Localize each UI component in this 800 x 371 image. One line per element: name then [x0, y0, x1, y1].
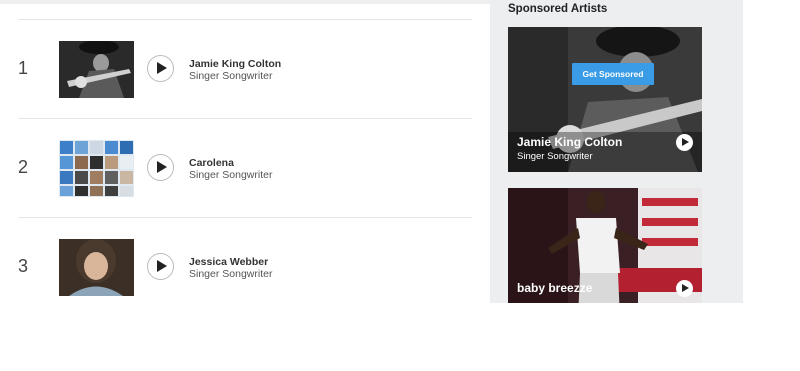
sponsored-artist-card[interactable]: baby breezze — [508, 188, 702, 303]
play-button[interactable] — [676, 134, 693, 151]
play-button[interactable] — [147, 55, 174, 82]
artist-chart-list: 1 Jamie King Colton Singer Songwriter 2 — [0, 0, 490, 303]
artist-role: Singer Songwriter — [189, 70, 273, 82]
sponsored-artist-name[interactable]: Jamie King Colton — [517, 135, 622, 149]
rank-number: 3 — [18, 256, 29, 276]
artist-name[interactable]: Jamie King Colton — [189, 58, 281, 70]
sponsored-artist-name[interactable]: baby breezze — [517, 281, 592, 295]
list-item[interactable]: 2 Carolena Singer Songwriter — [18, 119, 472, 218]
sidebar-title: Sponsored Artists — [508, 3, 608, 15]
rank-number: 2 — [18, 157, 29, 177]
list-item[interactable]: 3 Jessica Webber Singer Songwriter — [18, 218, 472, 303]
play-button[interactable] — [147, 154, 174, 181]
artist-name[interactable]: Jessica Webber — [189, 256, 268, 268]
sponsored-artists-sidebar: Sponsored Artists Get Sponsored Jamie Ki… — [490, 0, 743, 303]
artist-thumbnail[interactable] — [59, 140, 134, 197]
artist-thumbnail[interactable] — [59, 41, 134, 98]
sponsored-artist-card[interactable]: Get Sponsored Jamie King Colton Singer S… — [508, 27, 702, 172]
get-sponsored-button[interactable]: Get Sponsored — [572, 63, 654, 85]
page-viewport: 1 Jamie King Colton Singer Songwriter 2 — [0, 0, 800, 303]
artist-role: Singer Songwriter — [189, 268, 273, 280]
play-button[interactable] — [676, 280, 693, 297]
list-item[interactable]: 1 Jamie King Colton Singer Songwriter — [18, 20, 472, 119]
sponsored-artist-role: Singer Songwriter — [517, 151, 593, 162]
artist-thumbnail[interactable] — [59, 239, 134, 296]
play-button[interactable] — [147, 253, 174, 280]
top-divider — [0, 0, 490, 4]
artist-role: Singer Songwriter — [189, 169, 273, 181]
artist-name[interactable]: Carolena — [189, 157, 234, 169]
rank-number: 1 — [18, 58, 29, 78]
